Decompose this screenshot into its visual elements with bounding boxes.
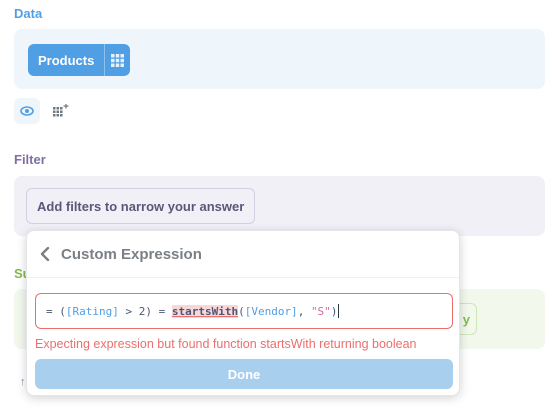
chevron-left-icon[interactable] (39, 247, 51, 261)
expr-comma: , (297, 304, 311, 318)
source-table-pill[interactable]: Products (28, 44, 130, 76)
expr-operator: > 2) = (118, 304, 172, 318)
data-section-label: Data (14, 6, 43, 21)
join-plus-icon[interactable] (48, 98, 74, 124)
filter-step-panel: Add filters to narrow your answer (14, 176, 545, 236)
expr-field-vendor: [Vendor] (244, 304, 298, 318)
popover-title: Custom Expression (61, 245, 202, 263)
notebook-editor: Data Products Filter Add filters to narr… (0, 0, 552, 412)
arrow-up-icon[interactable]: ↑ (20, 376, 26, 388)
done-button[interactable]: Done (35, 359, 453, 389)
expr-open-paren: ( (238, 304, 245, 318)
add-filter-button[interactable]: Add filters to narrow your answer (26, 188, 256, 224)
custom-expression-popover: Custom Expression = ([Rating] > 2) = sta… (26, 230, 460, 396)
text-caret (338, 304, 340, 318)
expr-function-starts-with: startsWith (171, 304, 239, 318)
expression-error-message: Expecting expression but found function … (35, 337, 417, 351)
grid-icon[interactable] (105, 44, 130, 76)
expr-string-literal: "S" (310, 304, 331, 318)
popover-header[interactable]: Custom Expression (27, 231, 459, 278)
data-step-panel: Products (14, 29, 545, 89)
source-table-label: Products (38, 52, 95, 68)
filter-section-label: Filter (14, 152, 46, 167)
expr-prefix: = ( (46, 304, 66, 318)
expr-close-paren: ) (330, 304, 338, 318)
eye-icon[interactable] (14, 98, 40, 124)
expr-field-rating: [Rating] (65, 304, 119, 318)
expression-editor[interactable]: = ([Rating] > 2) = startsWith([Vendor], … (35, 293, 453, 329)
